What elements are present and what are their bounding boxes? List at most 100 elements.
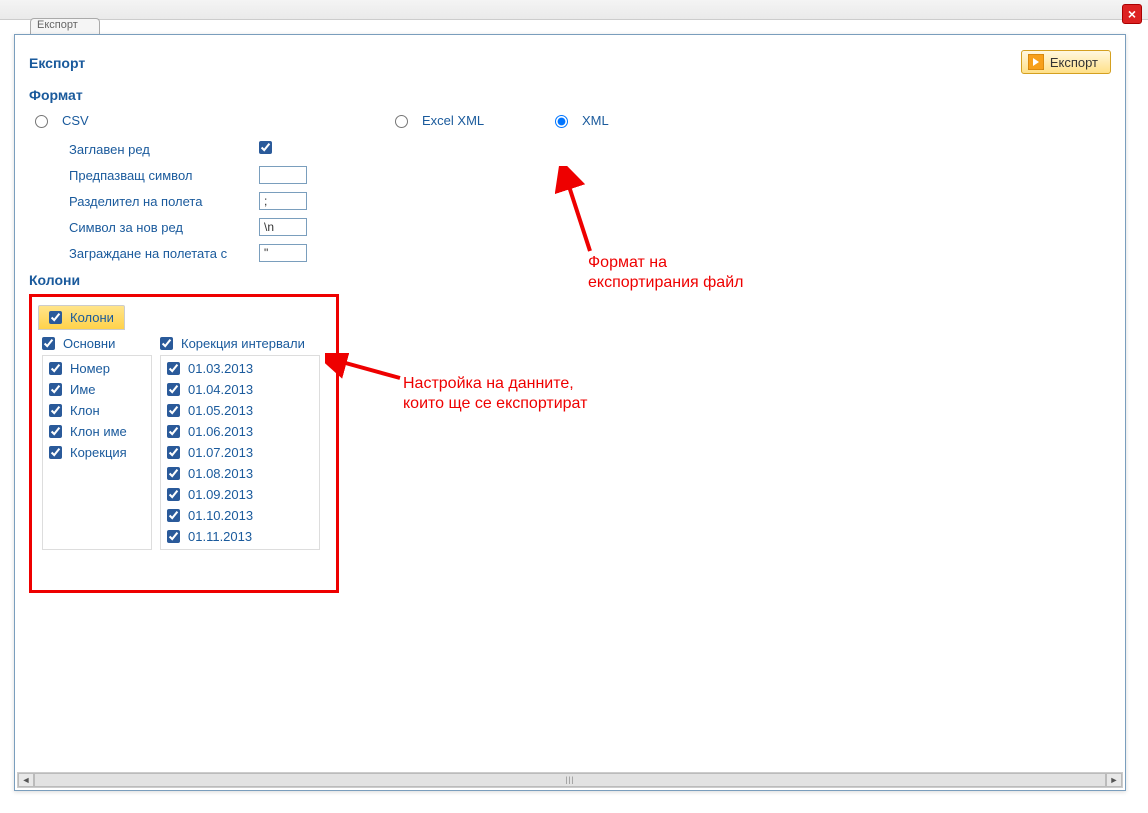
csv-opt-enclosure-input[interactable] bbox=[259, 244, 307, 262]
list-item[interactable]: 01.08.2013 bbox=[167, 463, 313, 484]
format-csv-option: CSV bbox=[29, 109, 389, 132]
list-item[interactable]: 01.06.2013 bbox=[167, 421, 313, 442]
group-intervals-checkbox[interactable] bbox=[160, 337, 173, 350]
tab-columns[interactable]: Колони bbox=[38, 305, 125, 330]
horizontal-scrollbar[interactable]: ◄ ||| ► bbox=[17, 772, 1123, 788]
scroll-thumb[interactable]: ||| bbox=[34, 773, 1106, 787]
radio-csv[interactable] bbox=[35, 115, 48, 128]
radio-xml-label[interactable]: XML bbox=[582, 113, 609, 128]
list-item[interactable]: 01.11.2013 bbox=[167, 526, 313, 547]
csv-options-panel: Заглавен ред Предпазващ символ Разделите… bbox=[69, 138, 1111, 264]
column-label: 01.06.2013 bbox=[188, 424, 253, 439]
column-checkbox[interactable] bbox=[49, 383, 62, 396]
group-basic-header[interactable]: Основни bbox=[42, 336, 152, 351]
csv-opt-header-checkbox[interactable] bbox=[259, 141, 272, 154]
radio-excel-xml[interactable] bbox=[395, 115, 408, 128]
export-dialog: Експорт Експорт Формат CSV Excel XML bbox=[14, 34, 1126, 791]
column-label: 01.09.2013 bbox=[188, 487, 253, 502]
column-checkbox[interactable] bbox=[167, 530, 180, 543]
group-basic-checkbox[interactable] bbox=[42, 337, 55, 350]
group-basic-label: Основни bbox=[63, 336, 115, 351]
column-label: Клон bbox=[70, 403, 100, 418]
csv-opt-newline-label: Символ за нов ред bbox=[69, 220, 259, 235]
column-label: 01.07.2013 bbox=[188, 445, 253, 460]
tab-export-background[interactable]: Експорт bbox=[30, 18, 100, 34]
column-checkbox[interactable] bbox=[167, 404, 180, 417]
list-item[interactable]: 01.07.2013 bbox=[167, 442, 313, 463]
list-item[interactable]: 01.10.2013 bbox=[167, 505, 313, 526]
csv-opt-header-row: Заглавен ред bbox=[69, 138, 1111, 160]
column-group-headers: Основни Корекция интервали bbox=[42, 336, 326, 351]
list-item[interactable]: Корекция bbox=[49, 442, 145, 463]
export-button-label: Експорт bbox=[1050, 55, 1098, 70]
scroll-left-icon[interactable]: ◄ bbox=[18, 773, 34, 787]
csv-opt-header-label: Заглавен ред bbox=[69, 142, 259, 157]
csv-opt-escape-row: Предпазващ символ bbox=[69, 164, 1111, 186]
column-checkbox[interactable] bbox=[49, 425, 62, 438]
list-item[interactable]: 01.03.2013 bbox=[167, 358, 313, 379]
format-xml-option: XML bbox=[549, 109, 709, 132]
column-checkbox[interactable] bbox=[49, 362, 62, 375]
column-checkbox[interactable] bbox=[167, 509, 180, 522]
radio-csv-label[interactable]: CSV bbox=[62, 113, 89, 128]
csv-opt-newline-input[interactable] bbox=[259, 218, 307, 236]
csv-opt-escape-label: Предпазващ символ bbox=[69, 168, 259, 183]
export-button[interactable]: Експорт bbox=[1021, 50, 1111, 74]
list-item[interactable]: 01.04.2013 bbox=[167, 379, 313, 400]
csv-opt-sep-row: Разделител на полета bbox=[69, 190, 1111, 212]
dialog-header: Експорт Експорт bbox=[29, 47, 1111, 77]
csv-opt-enclosure-row: Заграждане на полетата с bbox=[69, 242, 1111, 264]
radio-xml[interactable] bbox=[555, 115, 568, 128]
close-icon[interactable]: × bbox=[1122, 4, 1142, 24]
csv-opt-sep-label: Разделител на полета bbox=[69, 194, 259, 209]
column-checkbox[interactable] bbox=[49, 446, 62, 459]
column-checkbox[interactable] bbox=[49, 404, 62, 417]
list-item[interactable]: Име bbox=[49, 379, 145, 400]
list-item[interactable]: Номер bbox=[49, 358, 145, 379]
close-glyph: × bbox=[1128, 6, 1136, 22]
column-label: 01.04.2013 bbox=[188, 382, 253, 397]
column-lists: Номер Име Клон Клон име Корекция 01.03.2… bbox=[42, 355, 326, 550]
format-options: CSV Excel XML XML bbox=[29, 109, 1111, 132]
columns-config-box: Колони Основни Корекция интервали Номер … bbox=[29, 294, 339, 593]
column-label: 01.03.2013 bbox=[188, 361, 253, 376]
window-titlebar-bg bbox=[0, 0, 1148, 20]
basic-columns-list: Номер Име Клон Клон име Корекция bbox=[42, 355, 152, 550]
columns-tabbar: Колони bbox=[38, 305, 330, 330]
tab-label: Експорт bbox=[37, 19, 78, 31]
radio-excel-xml-label[interactable]: Excel XML bbox=[422, 113, 484, 128]
list-item[interactable]: Клон bbox=[49, 400, 145, 421]
format-excel-option: Excel XML bbox=[389, 109, 549, 132]
list-item[interactable]: 01.09.2013 bbox=[167, 484, 313, 505]
list-item[interactable]: Клон име bbox=[49, 421, 145, 442]
scroll-track[interactable]: ||| bbox=[34, 773, 1106, 787]
columns-section-title: Колони bbox=[29, 272, 1111, 288]
csv-opt-escape-input[interactable] bbox=[259, 166, 307, 184]
csv-opt-sep-input[interactable] bbox=[259, 192, 307, 210]
column-label: 01.08.2013 bbox=[188, 466, 253, 481]
column-checkbox[interactable] bbox=[167, 425, 180, 438]
column-checkbox[interactable] bbox=[167, 467, 180, 480]
tab-columns-label: Колони bbox=[70, 310, 114, 325]
column-label: 01.11.2013 bbox=[188, 529, 252, 544]
list-item[interactable]: 01.05.2013 bbox=[167, 400, 313, 421]
dialog-content: Експорт Експорт Формат CSV Excel XML bbox=[15, 35, 1125, 772]
column-checkbox[interactable] bbox=[167, 362, 180, 375]
column-label: 01.05.2013 bbox=[188, 403, 253, 418]
column-label: Име bbox=[70, 382, 96, 397]
column-label: Номер bbox=[70, 361, 110, 376]
scroll-right-icon[interactable]: ► bbox=[1106, 773, 1122, 787]
scroll-grip-icon: ||| bbox=[565, 776, 574, 785]
column-label: 01.10.2013 bbox=[188, 508, 253, 523]
column-checkbox[interactable] bbox=[167, 383, 180, 396]
intervals-columns-list: 01.03.2013 01.04.2013 01.05.2013 01.06.2… bbox=[160, 355, 320, 550]
group-intervals-header[interactable]: Корекция интервали bbox=[160, 336, 305, 351]
tab-columns-checkbox[interactable] bbox=[49, 311, 62, 324]
annotation-columns-text: Настройка на данните, които ще се експор… bbox=[403, 374, 587, 414]
column-checkbox[interactable] bbox=[167, 446, 180, 459]
csv-opt-newline-row: Символ за нов ред bbox=[69, 216, 1111, 238]
column-label: Корекция bbox=[70, 445, 127, 460]
format-section-title: Формат bbox=[29, 87, 1111, 103]
column-checkbox[interactable] bbox=[167, 488, 180, 501]
csv-opt-enclosure-label: Заграждане на полетата с bbox=[69, 246, 259, 261]
